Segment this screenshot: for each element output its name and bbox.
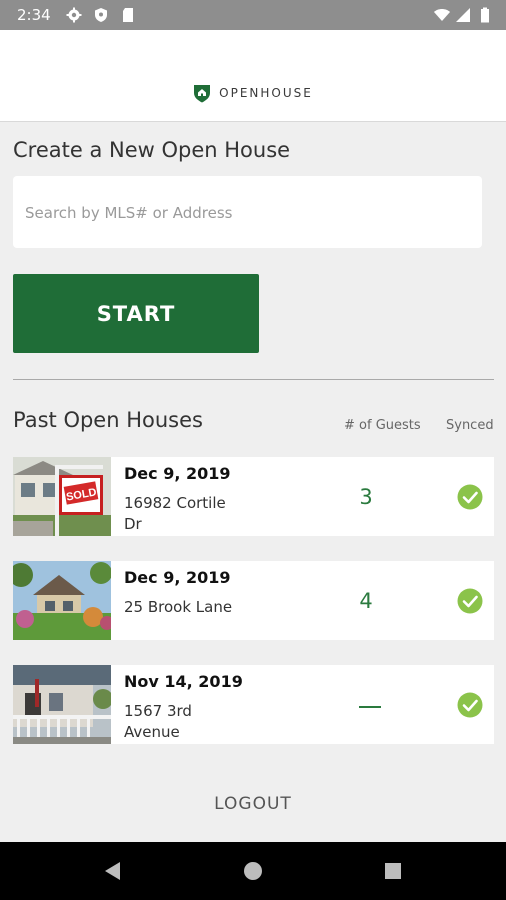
sd-card-icon (123, 8, 133, 22)
create-title: Create a New Open House (13, 138, 291, 162)
guests-column-header: # of Guests (344, 418, 421, 433)
battery-icon (481, 7, 489, 23)
search-input[interactable]: Search by MLS# or Address (13, 176, 482, 248)
back-icon[interactable] (103, 861, 123, 881)
house-thumbnail (13, 561, 111, 640)
start-button[interactable]: START (13, 274, 259, 353)
check-circle-icon (457, 692, 483, 718)
check-circle-icon (457, 484, 483, 510)
system-nav-bar (0, 842, 506, 900)
brand-name: OPENHOUSE (219, 86, 313, 100)
house-thumbnail: SOLD (13, 457, 111, 536)
row-guest-count: 3 (359, 485, 373, 509)
row-address: 25 Brook Lane (124, 598, 233, 616)
signal-icon (456, 8, 470, 22)
row-guest-count: 4 (359, 589, 373, 613)
wifi-icon (434, 9, 450, 21)
status-bar: 2:34 (0, 0, 506, 30)
row-address: 1567 3rd Avenue (124, 702, 192, 741)
past-title: Past Open Houses (13, 408, 203, 432)
app-header: OPENHOUSE (0, 30, 506, 122)
row-address: 16982 Cortile Dr (124, 494, 226, 533)
open-house-row[interactable]: Dec 9, 2019 25 Brook Lane 4 (13, 561, 494, 640)
check-circle-icon (457, 588, 483, 614)
brand-logo: OPENHOUSE (0, 82, 506, 104)
search-placeholder: Search by MLS# or Address (25, 204, 233, 222)
brand-shield-icon (194, 85, 211, 103)
settings-icon (66, 7, 82, 23)
shield-icon (95, 8, 107, 22)
row-no-guests-dash (359, 706, 381, 708)
row-date: Dec 9, 2019 (124, 568, 231, 587)
home-icon[interactable] (243, 861, 263, 881)
status-time: 2:34 (17, 6, 51, 24)
synced-column-header: Synced (446, 418, 494, 433)
open-house-row[interactable]: SOLD Dec 9, 2019 16982 Cortile Dr 3 (13, 457, 494, 536)
row-date: Nov 14, 2019 (124, 672, 243, 691)
section-divider (13, 379, 494, 380)
logout-button[interactable]: LOGOUT (0, 794, 506, 814)
row-date: Dec 9, 2019 (124, 464, 231, 483)
house-thumbnail (13, 665, 111, 744)
recents-icon[interactable] (383, 861, 403, 881)
open-house-row[interactable]: Nov 14, 2019 1567 3rd Avenue (13, 665, 494, 744)
